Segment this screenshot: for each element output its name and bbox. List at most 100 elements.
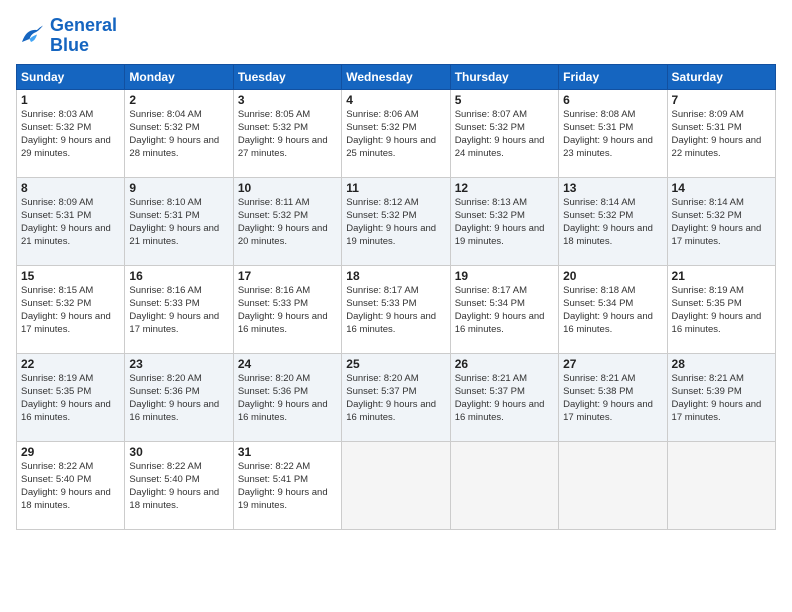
day-number: 21 xyxy=(672,269,771,283)
day-number: 2 xyxy=(129,93,228,107)
day-number: 20 xyxy=(563,269,662,283)
calendar-day-cell: 8Sunrise: 8:09 AMSunset: 5:31 PMDaylight… xyxy=(17,177,125,265)
day-number: 12 xyxy=(455,181,554,195)
calendar-day-cell: 2Sunrise: 8:04 AMSunset: 5:32 PMDaylight… xyxy=(125,89,233,177)
day-info: Sunrise: 8:05 AMSunset: 5:32 PMDaylight:… xyxy=(238,108,337,161)
day-number: 13 xyxy=(563,181,662,195)
day-number: 22 xyxy=(21,357,120,371)
day-info: Sunrise: 8:17 AMSunset: 5:33 PMDaylight:… xyxy=(346,284,445,337)
day-info: Sunrise: 8:17 AMSunset: 5:34 PMDaylight:… xyxy=(455,284,554,337)
weekday-header-sunday: Sunday xyxy=(17,64,125,89)
weekday-header-saturday: Saturday xyxy=(667,64,775,89)
day-number: 1 xyxy=(21,93,120,107)
calendar-day-cell: 29Sunrise: 8:22 AMSunset: 5:40 PMDayligh… xyxy=(17,441,125,529)
day-info: Sunrise: 8:18 AMSunset: 5:34 PMDaylight:… xyxy=(563,284,662,337)
calendar-day-cell xyxy=(667,441,775,529)
day-info: Sunrise: 8:21 AMSunset: 5:38 PMDaylight:… xyxy=(563,372,662,425)
calendar-week-row: 8Sunrise: 8:09 AMSunset: 5:31 PMDaylight… xyxy=(17,177,776,265)
calendar-day-cell xyxy=(450,441,558,529)
day-number: 24 xyxy=(238,357,337,371)
calendar-day-cell: 7Sunrise: 8:09 AMSunset: 5:31 PMDaylight… xyxy=(667,89,775,177)
calendar-day-cell: 17Sunrise: 8:16 AMSunset: 5:33 PMDayligh… xyxy=(233,265,341,353)
logo: General Blue xyxy=(16,16,117,56)
calendar-day-cell xyxy=(559,441,667,529)
day-info: Sunrise: 8:22 AMSunset: 5:41 PMDaylight:… xyxy=(238,460,337,513)
day-info: Sunrise: 8:16 AMSunset: 5:33 PMDaylight:… xyxy=(238,284,337,337)
day-number: 25 xyxy=(346,357,445,371)
calendar-day-cell: 22Sunrise: 8:19 AMSunset: 5:35 PMDayligh… xyxy=(17,353,125,441)
day-number: 4 xyxy=(346,93,445,107)
calendar-week-row: 22Sunrise: 8:19 AMSunset: 5:35 PMDayligh… xyxy=(17,353,776,441)
day-info: Sunrise: 8:13 AMSunset: 5:32 PMDaylight:… xyxy=(455,196,554,249)
page: General Blue SundayMondayTuesdayWednesda… xyxy=(0,0,792,612)
weekday-header-tuesday: Tuesday xyxy=(233,64,341,89)
calendar-day-cell: 27Sunrise: 8:21 AMSunset: 5:38 PMDayligh… xyxy=(559,353,667,441)
day-info: Sunrise: 8:22 AMSunset: 5:40 PMDaylight:… xyxy=(21,460,120,513)
day-number: 31 xyxy=(238,445,337,459)
calendar-day-cell: 26Sunrise: 8:21 AMSunset: 5:37 PMDayligh… xyxy=(450,353,558,441)
day-number: 6 xyxy=(563,93,662,107)
calendar-day-cell: 30Sunrise: 8:22 AMSunset: 5:40 PMDayligh… xyxy=(125,441,233,529)
day-info: Sunrise: 8:10 AMSunset: 5:31 PMDaylight:… xyxy=(129,196,228,249)
day-info: Sunrise: 8:20 AMSunset: 5:36 PMDaylight:… xyxy=(238,372,337,425)
day-info: Sunrise: 8:21 AMSunset: 5:39 PMDaylight:… xyxy=(672,372,771,425)
day-number: 19 xyxy=(455,269,554,283)
day-info: Sunrise: 8:12 AMSunset: 5:32 PMDaylight:… xyxy=(346,196,445,249)
day-number: 16 xyxy=(129,269,228,283)
day-number: 14 xyxy=(672,181,771,195)
day-number: 26 xyxy=(455,357,554,371)
calendar-day-cell: 28Sunrise: 8:21 AMSunset: 5:39 PMDayligh… xyxy=(667,353,775,441)
calendar-day-cell: 25Sunrise: 8:20 AMSunset: 5:37 PMDayligh… xyxy=(342,353,450,441)
calendar-day-cell: 11Sunrise: 8:12 AMSunset: 5:32 PMDayligh… xyxy=(342,177,450,265)
day-number: 17 xyxy=(238,269,337,283)
calendar-day-cell: 12Sunrise: 8:13 AMSunset: 5:32 PMDayligh… xyxy=(450,177,558,265)
day-info: Sunrise: 8:07 AMSunset: 5:32 PMDaylight:… xyxy=(455,108,554,161)
day-number: 29 xyxy=(21,445,120,459)
calendar-day-cell: 4Sunrise: 8:06 AMSunset: 5:32 PMDaylight… xyxy=(342,89,450,177)
calendar-day-cell: 19Sunrise: 8:17 AMSunset: 5:34 PMDayligh… xyxy=(450,265,558,353)
day-number: 15 xyxy=(21,269,120,283)
day-info: Sunrise: 8:16 AMSunset: 5:33 PMDaylight:… xyxy=(129,284,228,337)
calendar-day-cell: 31Sunrise: 8:22 AMSunset: 5:41 PMDayligh… xyxy=(233,441,341,529)
day-info: Sunrise: 8:19 AMSunset: 5:35 PMDaylight:… xyxy=(672,284,771,337)
day-number: 9 xyxy=(129,181,228,195)
day-info: Sunrise: 8:14 AMSunset: 5:32 PMDaylight:… xyxy=(672,196,771,249)
calendar-day-cell: 14Sunrise: 8:14 AMSunset: 5:32 PMDayligh… xyxy=(667,177,775,265)
day-number: 3 xyxy=(238,93,337,107)
day-info: Sunrise: 8:09 AMSunset: 5:31 PMDaylight:… xyxy=(21,196,120,249)
day-info: Sunrise: 8:20 AMSunset: 5:36 PMDaylight:… xyxy=(129,372,228,425)
calendar-day-cell: 24Sunrise: 8:20 AMSunset: 5:36 PMDayligh… xyxy=(233,353,341,441)
weekday-header-friday: Friday xyxy=(559,64,667,89)
calendar-week-row: 15Sunrise: 8:15 AMSunset: 5:32 PMDayligh… xyxy=(17,265,776,353)
day-number: 30 xyxy=(129,445,228,459)
day-info: Sunrise: 8:09 AMSunset: 5:31 PMDaylight:… xyxy=(672,108,771,161)
logo-text: General Blue xyxy=(50,16,117,56)
day-number: 8 xyxy=(21,181,120,195)
day-info: Sunrise: 8:03 AMSunset: 5:32 PMDaylight:… xyxy=(21,108,120,161)
logo-bird-icon xyxy=(16,21,46,51)
day-info: Sunrise: 8:19 AMSunset: 5:35 PMDaylight:… xyxy=(21,372,120,425)
weekday-header-wednesday: Wednesday xyxy=(342,64,450,89)
day-info: Sunrise: 8:14 AMSunset: 5:32 PMDaylight:… xyxy=(563,196,662,249)
calendar-day-cell: 10Sunrise: 8:11 AMSunset: 5:32 PMDayligh… xyxy=(233,177,341,265)
calendar-day-cell: 1Sunrise: 8:03 AMSunset: 5:32 PMDaylight… xyxy=(17,89,125,177)
calendar-day-cell: 6Sunrise: 8:08 AMSunset: 5:31 PMDaylight… xyxy=(559,89,667,177)
day-number: 7 xyxy=(672,93,771,107)
day-number: 11 xyxy=(346,181,445,195)
day-info: Sunrise: 8:04 AMSunset: 5:32 PMDaylight:… xyxy=(129,108,228,161)
day-number: 18 xyxy=(346,269,445,283)
day-info: Sunrise: 8:15 AMSunset: 5:32 PMDaylight:… xyxy=(21,284,120,337)
calendar-day-cell: 3Sunrise: 8:05 AMSunset: 5:32 PMDaylight… xyxy=(233,89,341,177)
day-number: 28 xyxy=(672,357,771,371)
calendar-week-row: 29Sunrise: 8:22 AMSunset: 5:40 PMDayligh… xyxy=(17,441,776,529)
day-info: Sunrise: 8:08 AMSunset: 5:31 PMDaylight:… xyxy=(563,108,662,161)
calendar-day-cell: 20Sunrise: 8:18 AMSunset: 5:34 PMDayligh… xyxy=(559,265,667,353)
day-info: Sunrise: 8:11 AMSunset: 5:32 PMDaylight:… xyxy=(238,196,337,249)
calendar-header-row: SundayMondayTuesdayWednesdayThursdayFrid… xyxy=(17,64,776,89)
calendar-day-cell: 9Sunrise: 8:10 AMSunset: 5:31 PMDaylight… xyxy=(125,177,233,265)
calendar-table: SundayMondayTuesdayWednesdayThursdayFrid… xyxy=(16,64,776,530)
day-info: Sunrise: 8:22 AMSunset: 5:40 PMDaylight:… xyxy=(129,460,228,513)
day-info: Sunrise: 8:20 AMSunset: 5:37 PMDaylight:… xyxy=(346,372,445,425)
day-number: 27 xyxy=(563,357,662,371)
calendar-day-cell: 15Sunrise: 8:15 AMSunset: 5:32 PMDayligh… xyxy=(17,265,125,353)
